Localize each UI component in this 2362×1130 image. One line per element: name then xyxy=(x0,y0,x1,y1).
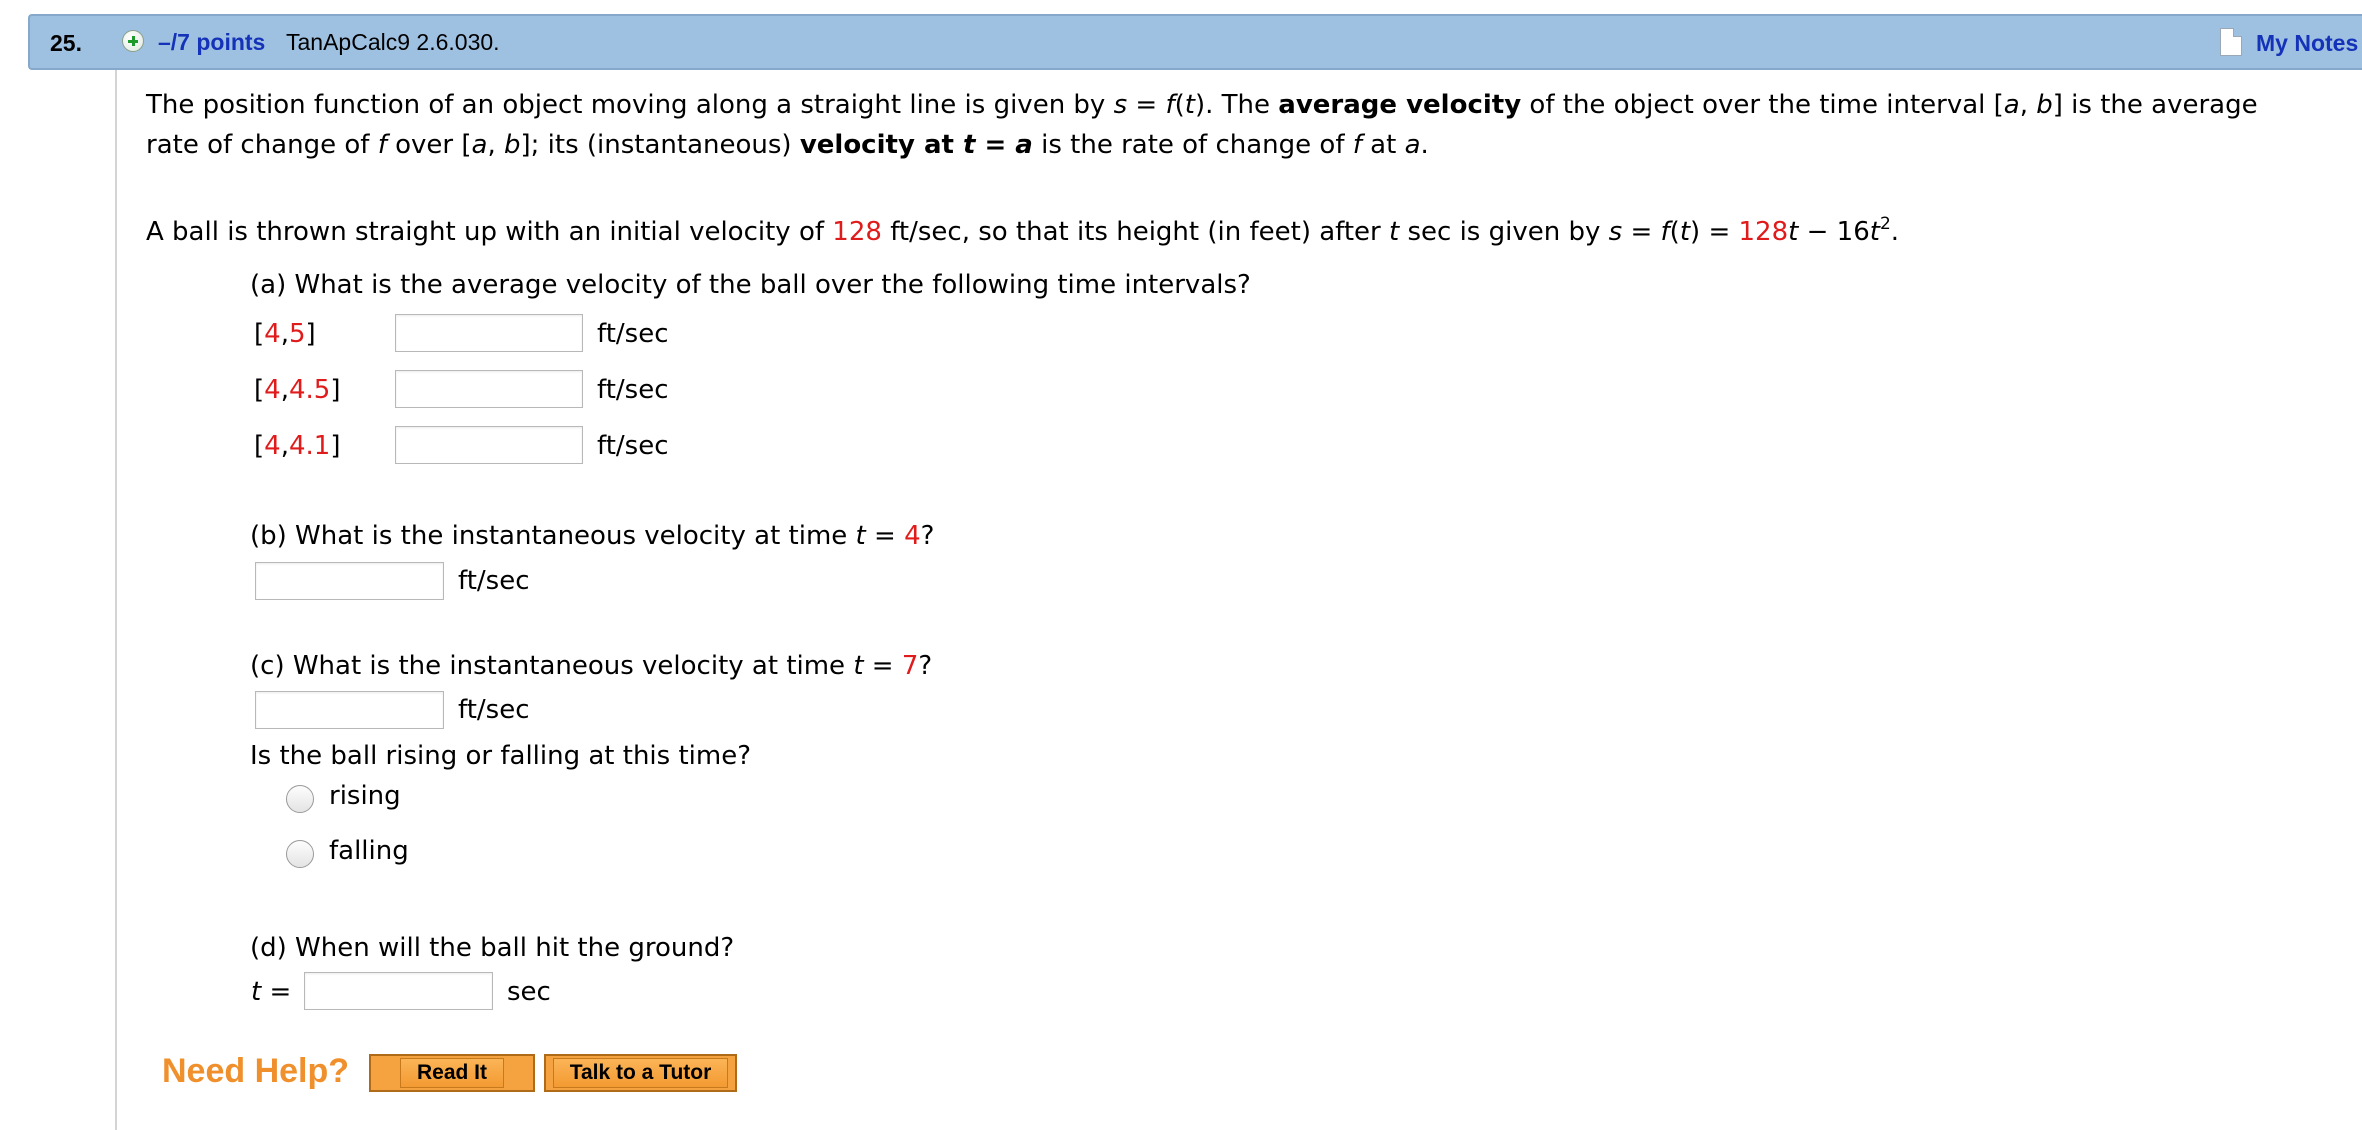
ground-time-input[interactable] xyxy=(304,972,493,1010)
my-notes-label[interactable]: My Notes xyxy=(2256,30,2358,57)
unit-label: sec xyxy=(507,977,551,1007)
part-a-question: (a) What is the average velocity of the … xyxy=(250,270,1251,300)
interval-label: [4,4.1] xyxy=(254,431,341,461)
question-number: 25. xyxy=(50,30,82,56)
interval-label: [4,5] xyxy=(254,319,316,349)
unit-label: ft/sec xyxy=(597,375,669,405)
avg-velocity-input-2[interactable] xyxy=(395,370,583,408)
problem-source: TanApCalc9 2.6.030. xyxy=(286,29,500,55)
talk-to-tutor-button[interactable]: Talk to a Tutor xyxy=(544,1054,737,1092)
question-header: 25. –/7 points TanApCalc9 2.6.030. My No… xyxy=(28,14,2362,70)
points-link[interactable]: –/7 points xyxy=(158,29,265,56)
instant-velocity-c-input[interactable] xyxy=(255,691,444,729)
option-falling-label[interactable]: falling xyxy=(329,835,409,867)
part-c-question: (c) What is the instantaneous velocity a… xyxy=(250,651,933,681)
unit-label: ft/sec xyxy=(597,431,669,461)
interval-label: [4,4.5] xyxy=(254,375,341,405)
note-icon xyxy=(2220,28,2242,56)
avg-velocity-input-3[interactable] xyxy=(395,426,583,464)
part-d-question: (d) When will the ball hit the ground? xyxy=(250,933,735,963)
expand-plus-icon[interactable] xyxy=(122,30,144,52)
t-equals-label: t = xyxy=(251,977,292,1007)
content-divider xyxy=(115,70,117,1130)
need-help-label: Need Help? xyxy=(162,1052,350,1090)
avg-velocity-input-1[interactable] xyxy=(395,314,583,352)
intro-line-2: rate of change of f over [a, b]; its (in… xyxy=(146,130,1429,160)
problem-statement: A ball is thrown straight up with an ini… xyxy=(146,214,1900,248)
rising-falling-question: Is the ball rising or falling at this ti… xyxy=(250,741,751,771)
part-b-question: (b) What is the instantaneous velocity a… xyxy=(250,521,935,551)
instant-velocity-b-input[interactable] xyxy=(255,562,444,600)
unit-label: ft/sec xyxy=(458,566,530,596)
radio-falling[interactable] xyxy=(286,840,314,868)
intro-line-1: The position function of an object movin… xyxy=(146,90,2258,120)
unit-label: ft/sec xyxy=(597,319,669,349)
read-it-button[interactable]: Read It xyxy=(369,1054,535,1092)
radio-rising[interactable] xyxy=(286,785,314,813)
option-rising-label[interactable]: rising xyxy=(329,780,401,812)
unit-label: ft/sec xyxy=(458,695,530,725)
